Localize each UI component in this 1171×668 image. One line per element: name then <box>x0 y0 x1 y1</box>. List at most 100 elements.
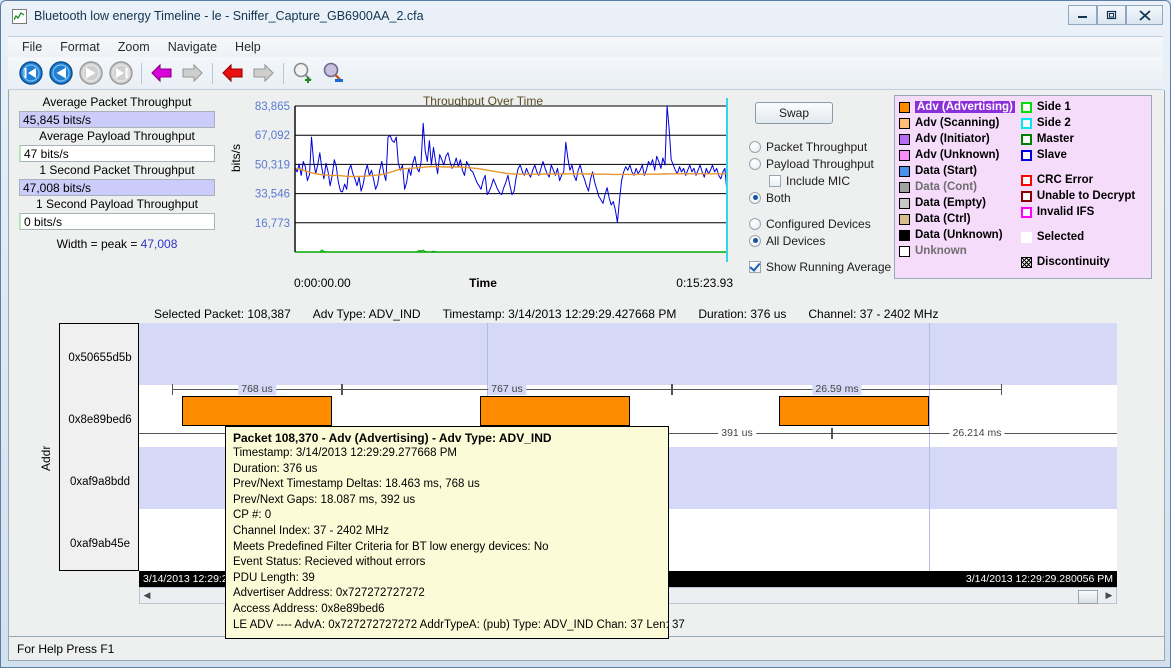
legend-swatch-icon <box>899 118 910 129</box>
next-packet-icon[interactable] <box>248 59 278 88</box>
legend-item-6[interactable]: Data (Empty) <box>899 195 1015 211</box>
scroll-left-icon[interactable]: ◀ <box>140 590 154 601</box>
chart-options-panel: Swap Packet Throughput Payload Throughpu… <box>749 102 899 275</box>
legend-status-item-8[interactable]: Discontinuity <box>1021 254 1135 270</box>
radio-configured-devices-icon <box>749 218 761 230</box>
legend-outline-swatch-icon <box>1021 134 1032 145</box>
next-marker-icon[interactable] <box>177 59 207 88</box>
radio-packet-throughput[interactable]: Packet Throughput <box>749 138 899 155</box>
menu-bar: File Format Zoom Navigate Help <box>8 36 1163 57</box>
legend-status-item-0[interactable]: Side 1 <box>1021 99 1135 115</box>
checkbox-show-running-average[interactable]: Show Running Average <box>749 258 899 275</box>
zoom-in-icon[interactable] <box>289 59 319 88</box>
legend-item-0[interactable]: Adv (Advertising) <box>899 99 1015 115</box>
legend-outline-swatch-icon <box>1021 232 1032 243</box>
status-bar-text: For Help Press F1 <box>17 642 114 656</box>
prev-packet-icon[interactable] <box>218 59 248 88</box>
legend-item-4[interactable]: Data (Start) <box>899 163 1015 179</box>
legend-item-9[interactable]: Unknown <box>899 243 1015 259</box>
tooltip-line-6: Meets Predefined Filter Criteria for BT … <box>233 540 662 556</box>
next-icon[interactable] <box>76 59 106 88</box>
chart-plot-area[interactable]: 16,77333,54650,31967,09283,865 <box>231 94 735 276</box>
measurement-391us: 391 us <box>642 427 832 439</box>
throughput-stats-panel: Average Packet Throughput 45,845 bits/s … <box>19 94 215 251</box>
restore-button[interactable] <box>1097 5 1126 25</box>
zoom-out-icon[interactable] <box>319 59 349 88</box>
legend-status-item-4[interactable]: CRC Error <box>1021 172 1135 188</box>
checkbox-show-running-average-icon <box>749 261 761 273</box>
menu-help[interactable]: Help <box>226 38 270 56</box>
stat-value-1s-payload: 0 bits/s <box>19 213 215 230</box>
radio-configured-devices-label: Configured Devices <box>766 217 871 231</box>
legend-item-label: Data (Start) <box>915 165 977 177</box>
menu-zoom[interactable]: Zoom <box>109 38 159 56</box>
previous-icon[interactable] <box>46 59 76 88</box>
last-icon[interactable] <box>106 59 136 88</box>
peak-value: 47,008 <box>141 237 178 251</box>
radio-payload-throughput[interactable]: Payload Throughput <box>749 155 899 172</box>
legend-item-8[interactable]: Data (Unknown) <box>899 227 1015 243</box>
legend-status-item-6[interactable]: Invalid IFS <box>1021 204 1135 220</box>
radio-all-devices[interactable]: All Devices <box>749 232 899 249</box>
legend-status-item-5[interactable]: Unable to Decrypt <box>1021 188 1135 204</box>
legend-status-label: Master <box>1037 133 1074 145</box>
menu-navigate[interactable]: Navigate <box>159 38 226 56</box>
stat-value-1s-packet: 47,008 bits/s <box>19 179 215 196</box>
radio-both-icon <box>749 192 761 204</box>
menu-file[interactable]: File <box>13 38 51 56</box>
radio-both[interactable]: Both <box>749 189 899 206</box>
legend-status-item-1[interactable]: Side 2 <box>1021 115 1135 131</box>
application-window: Bluetooth low energy Timeline - le - Sni… <box>0 0 1171 668</box>
radio-packet-throughput-label: Packet Throughput <box>766 140 867 154</box>
toolbar-separator-2 <box>212 63 213 84</box>
prev-marker-icon[interactable] <box>147 59 177 88</box>
legend-item-3[interactable]: Adv (Unknown) <box>899 147 1015 163</box>
checkbox-include-mic[interactable]: Include MIC <box>749 172 899 189</box>
address-label-4: 0xaf9ab45e <box>60 538 140 550</box>
first-icon[interactable] <box>16 59 46 88</box>
svg-text:67,092: 67,092 <box>255 130 290 142</box>
legend-swatch-icon <box>899 214 910 225</box>
legend-status-label: Side 2 <box>1037 117 1071 129</box>
legend-swatch-icon <box>899 134 910 145</box>
stat-label-avg-payload: Average Payload Throughput <box>19 128 215 145</box>
minimize-button[interactable] <box>1068 5 1097 25</box>
checkbox-show-running-average-label: Show Running Average <box>766 260 891 274</box>
legend-item-label: Unknown <box>915 245 967 257</box>
info-timestamp: Timestamp: 3/14/2013 12:29:29.427668 PM <box>443 307 677 321</box>
tooltip-line-11: LE ADV ---- AdvA: 0x727272727272 AddrTyp… <box>233 618 662 634</box>
scrollbar-thumb[interactable] <box>1078 590 1098 604</box>
measurement-26214ms-label: 26.214 ms <box>949 427 1004 439</box>
close-button[interactable] <box>1126 5 1163 25</box>
measurement-767us-label: 767 us <box>488 383 526 395</box>
legend-column-status: Side 1 Side 2 Master Slave CRC ErrorUnable t… <box>1015 96 1135 278</box>
legend-status-item-3[interactable]: Slave <box>1021 147 1135 163</box>
stat-label-1s-payload: 1 Second Payload Throughput <box>19 196 215 213</box>
legend-status-label: Discontinuity <box>1037 256 1110 268</box>
tooltip-line-3: Prev/Next Gaps: 18.087 ms, 392 us <box>233 493 662 509</box>
stat-label-1s-packet: 1 Second Packet Throughput <box>19 162 215 179</box>
measurement-2659ms-label: 26.59 ms <box>812 383 861 395</box>
tooltip-line-8: PDU Length: 39 <box>233 571 662 587</box>
legend-item-1[interactable]: Adv (Scanning) <box>899 115 1015 131</box>
menu-format[interactable]: Format <box>51 38 109 56</box>
legend-item-7[interactable]: Data (Ctrl) <box>899 211 1015 227</box>
svg-text:16,773: 16,773 <box>255 218 290 230</box>
title-bar: Bluetooth low energy Timeline - le - Sni… <box>2 2 1169 30</box>
swap-button[interactable]: Swap <box>755 102 833 124</box>
legend-status-item-2[interactable]: Master <box>1021 131 1135 147</box>
legend-column-packet-types: Adv (Advertising)Adv (Scanning)Adv (Init… <box>895 96 1015 278</box>
toolbar-separator-3 <box>283 63 284 84</box>
packet-block-1[interactable] <box>182 396 332 426</box>
radio-configured-devices[interactable]: Configured Devices <box>749 215 899 232</box>
info-duration: Duration: 376 us <box>698 307 786 321</box>
legend-status-item-7[interactable]: Selected <box>1021 229 1135 245</box>
packet-block-2[interactable] <box>480 396 630 426</box>
scroll-right-icon[interactable]: ▶ <box>1102 590 1116 601</box>
tooltip-line-4: CP #: 0 <box>233 508 662 524</box>
legend-item-5[interactable]: Data (Cont) <box>899 179 1015 195</box>
radio-all-devices-icon <box>749 235 761 247</box>
address-label-2: 0x8e89bed6 <box>60 414 140 426</box>
packet-block-3[interactable] <box>779 396 929 426</box>
legend-item-2[interactable]: Adv (Initiator) <box>899 131 1015 147</box>
